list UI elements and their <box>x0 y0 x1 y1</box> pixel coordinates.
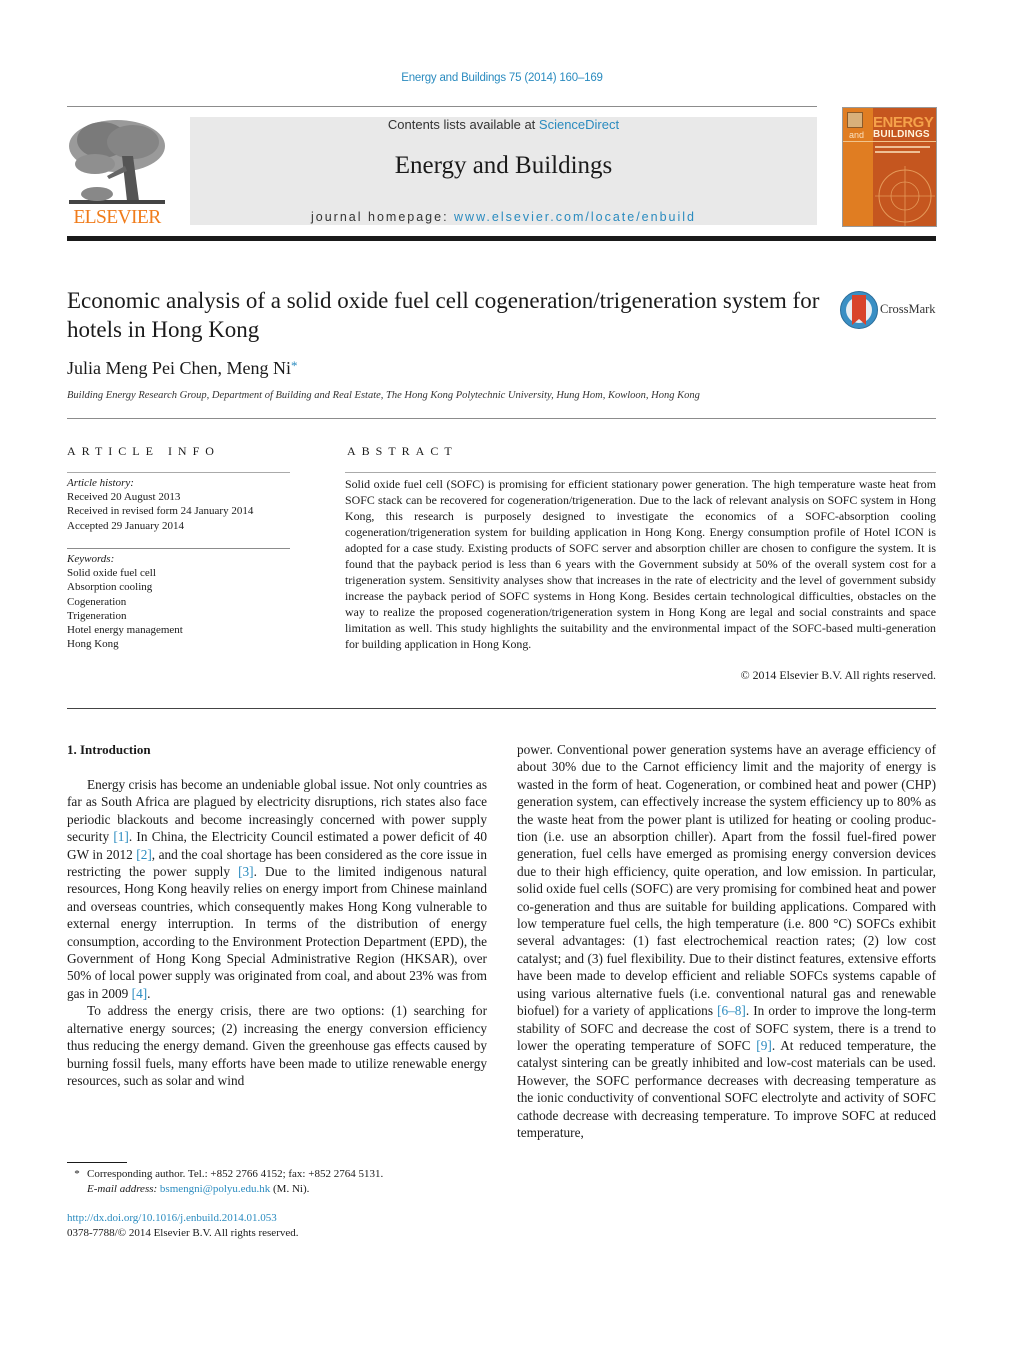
abstract-divider <box>345 472 936 473</box>
elsevier-wordmark: ELSEVIER <box>73 207 161 228</box>
citation-link[interactable]: [9] <box>756 1038 772 1053</box>
cover-subtitle-line <box>875 151 920 153</box>
keywords-label: Keywords: <box>67 553 115 565</box>
author-affiliation: Building Energy Research Group, Departme… <box>67 390 700 401</box>
paragraph-text: . Due to the limited indigenous natural … <box>67 864 487 1001</box>
doi-block: http://dx.doi.org/10.1016/j.enbuild.2014… <box>67 1211 487 1241</box>
body-paragraph: To address the energy crisis, there are … <box>67 1002 487 1089</box>
keywords-divider <box>67 548 290 549</box>
title-divider <box>67 418 936 419</box>
corresponding-author-note: Corresponding author. Tel.: +852 2766 41… <box>87 1168 384 1180</box>
history-item: Received in revised form 24 January 2014 <box>67 505 254 518</box>
paragraph-text: . At reduced temper­ature, the catalyst … <box>517 1037 936 1140</box>
keyword-item: Hong Kong <box>67 638 119 651</box>
article-info-heading: ARTICLE INFO <box>67 444 220 458</box>
cover-artwork-icon <box>875 166 935 226</box>
cover-divider <box>843 141 936 142</box>
paragraph-text: To address the energy crisis, there are … <box>67 1003 487 1088</box>
crossmark-label: CrossMark <box>880 302 936 316</box>
contents-line: Contents lists available at ScienceDirec… <box>190 117 817 132</box>
journal-citation-link[interactable]: Energy and Buildings 75 (2014) 160–169 <box>0 72 1004 84</box>
corresponding-author-link[interactable]: * <box>291 358 298 373</box>
citation-link[interactable]: [2] <box>136 847 152 862</box>
email-label: E-mail address: <box>87 1183 158 1195</box>
crossmark-button[interactable]: CrossMark <box>840 291 940 329</box>
citation-link[interactable]: [1] <box>113 829 129 844</box>
body-column-left: Energy crisis has become an undeniable g… <box>67 776 487 1089</box>
history-item: Accepted 29 January 2014 <box>67 519 184 532</box>
abstract-text: Solid oxide fuel cell (SOFC) is promisin… <box>345 477 936 651</box>
article-history: Article history: Received 20 August 2013… <box>67 476 290 533</box>
section-heading-introduction: 1. Introduction <box>67 742 151 757</box>
paragraph-text: power. Conventional power generation sys… <box>517 742 936 1019</box>
journal-cover-thumbnail[interactable]: ENERGY and BUILDINGS <box>842 107 937 227</box>
citation-link[interactable]: [3] <box>238 864 254 879</box>
doi-link[interactable]: http://dx.doi.org/10.1016/j.enbuild.2014… <box>67 1211 487 1226</box>
header-divider <box>67 106 817 107</box>
abstract-heading: ABSTRACT <box>347 444 458 458</box>
keyword-item: Trigeneration <box>67 609 127 622</box>
footnote-divider <box>67 1162 127 1163</box>
elsevier-logo[interactable]: ELSEVIER <box>67 116 167 228</box>
journal-homepage-line: journal homepage: www.elsevier.com/locat… <box>190 210 817 224</box>
cover-publisher-badge <box>847 112 863 128</box>
author-list: Julia Meng Pei Chen, Meng Ni* <box>67 358 297 379</box>
citation-link[interactable]: [6–8] <box>717 1003 746 1018</box>
body-paragraph: Energy crisis has become an undeniable g… <box>67 776 487 1002</box>
homepage-prefix: journal homepage: <box>311 210 455 224</box>
issn-copyright: 0378-7788/© 2014 Elsevier B.V. All right… <box>67 1227 299 1239</box>
email-suffix: (M. Ni). <box>270 1183 310 1195</box>
body-paragraph: power. Conventional power generation sys… <box>517 741 936 1141</box>
body-column-right: power. Conventional power generation sys… <box>517 741 936 1141</box>
cover-title-buildings: BUILDINGS <box>873 129 930 140</box>
journal-homepage-link[interactable]: www.elsevier.com/locate/enbuild <box>454 210 696 224</box>
author-names: Julia Meng Pei Chen, Meng Ni <box>67 358 291 378</box>
abstract-copyright: © 2014 Elsevier B.V. All rights reserved… <box>740 668 936 682</box>
article-title: Economic analysis of a solid oxide fuel … <box>67 288 820 342</box>
contents-prefix: Contents lists available at <box>387 117 539 132</box>
keyword-item: Cogeneration <box>67 595 127 608</box>
author-email-link[interactable]: bsmengni@polyu.edu.hk <box>160 1183 270 1195</box>
keywords-list: Keywords: Solid oxide fuel cell Absorpti… <box>67 552 290 651</box>
crossmark-icon <box>840 291 878 329</box>
cover-title-and: and <box>849 130 865 140</box>
journal-name: Energy and Buildings <box>394 152 613 179</box>
journal-banner: Contents lists available at ScienceDirec… <box>190 117 817 225</box>
article-history-label: Article history: <box>67 477 134 489</box>
keyword-item: Absorption cooling <box>67 581 153 594</box>
keyword-item: Hotel energy management <box>67 624 183 637</box>
sciencedirect-link[interactable]: ScienceDirect <box>539 117 619 132</box>
footnote: * Corresponding author. Tel.: +852 2766 4… <box>67 1167 487 1197</box>
keyword-item: Solid oxide fuel cell <box>67 567 156 580</box>
article-info-divider <box>67 472 290 473</box>
elsevier-tree-icon <box>67 116 167 208</box>
citation-link[interactable]: [4] <box>132 986 148 1001</box>
footnote-marker: * <box>74 1168 80 1180</box>
history-item: Received 20 August 2013 <box>67 491 181 504</box>
cover-subtitle-line <box>875 146 930 148</box>
abstract-end-divider <box>67 708 936 709</box>
header-thick-divider <box>67 236 936 241</box>
paragraph-text: . <box>147 985 151 1001</box>
